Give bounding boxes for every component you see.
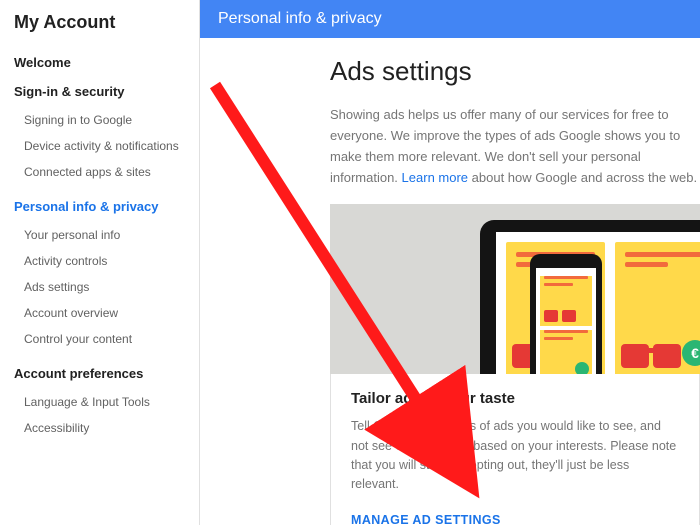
page-header-title: Personal info & privacy xyxy=(218,10,382,28)
euro-badge-icon xyxy=(575,362,589,374)
sidebar-heading-prefs[interactable]: Account preferences xyxy=(14,366,185,381)
page-description: Showing ads helps us offer many of our s… xyxy=(330,105,700,188)
card-title: Tailor ads to your taste xyxy=(351,390,679,407)
sidebar-item-language[interactable]: Language & Input Tools xyxy=(14,389,185,415)
ads-illustration: € xyxy=(330,204,700,374)
manage-ad-settings-link[interactable]: MANAGE AD SETTINGS xyxy=(351,513,501,525)
ads-card: € xyxy=(330,204,700,525)
sidebar-item-activity-controls[interactable]: Activity controls xyxy=(14,248,185,274)
sidebar-item-personal-info[interactable]: Your personal info xyxy=(14,222,185,248)
sidebar-item-device-activity[interactable]: Device activity & notifications xyxy=(14,133,185,159)
sidebar-item-connected-apps[interactable]: Connected apps & sites xyxy=(14,159,185,185)
sunglasses-icon xyxy=(621,340,691,370)
sidebar-title: My Account xyxy=(14,12,185,33)
sidebar-item-signing-in[interactable]: Signing in to Google xyxy=(14,107,185,133)
sidebar-item-accessibility[interactable]: Accessibility xyxy=(14,415,185,441)
sidebar-item-account-overview[interactable]: Account overview xyxy=(14,300,185,326)
main: Personal info & privacy Ads settings Sho… xyxy=(200,0,700,525)
page-header: Personal info & privacy xyxy=(200,0,700,38)
content: Ads settings Showing ads helps us offer … xyxy=(200,38,700,525)
sidebar-item-control-content[interactable]: Control your content xyxy=(14,326,185,352)
card-body: Tell Google what kinds of ads you would … xyxy=(351,417,679,495)
sidebar-item-ads-settings[interactable]: Ads settings xyxy=(14,274,185,300)
sidebar-welcome[interactable]: Welcome xyxy=(14,55,185,70)
tailor-ads-card: Tailor ads to your taste Tell Google wha… xyxy=(330,374,700,525)
learn-more-link[interactable]: Learn more xyxy=(402,170,468,185)
phone-graphic xyxy=(530,254,602,374)
page-title: Ads settings xyxy=(330,56,700,87)
app-root: My Account Welcome Sign-in & security Si… xyxy=(0,0,700,525)
sidebar-heading-privacy[interactable]: Personal info & privacy xyxy=(14,199,185,214)
sidebar: My Account Welcome Sign-in & security Si… xyxy=(0,0,200,525)
sidebar-heading-signin[interactable]: Sign-in & security xyxy=(14,84,185,99)
desc-post: about how Google and across the web. xyxy=(468,170,697,185)
